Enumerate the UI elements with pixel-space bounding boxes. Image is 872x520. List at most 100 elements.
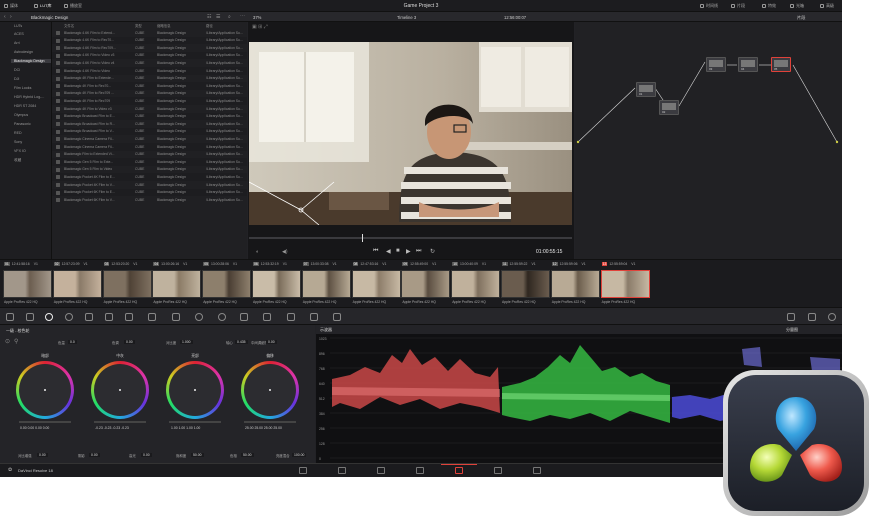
play-icon[interactable]: ▶: [406, 248, 411, 255]
sidebar-item-blackmagic[interactable]: Blackmagic Design: [11, 59, 51, 63]
tracker-icon[interactable]: [218, 313, 226, 321]
loop-icon[interactable]: ↻: [430, 248, 435, 255]
back-icon[interactable]: ‹: [4, 14, 6, 20]
node-editor[interactable]: 01 02 03 04 05: [575, 22, 842, 259]
gain-wheel[interactable]: [166, 361, 224, 419]
lut-row[interactable]: Blackmagic Pocket 4K Film to E... CUBE Bla…: [52, 173, 247, 181]
clip-mode-select[interactable]: 片段: [797, 15, 805, 21]
clip-thumbnail[interactable]: 12 12:55:59:06 V1 Apple ProRes 422 HQ: [550, 262, 600, 306]
clip-thumbnail[interactable]: 06 12:53:32:19 V1 Apple ProRes 422 HQ: [252, 262, 301, 306]
video-frame[interactable]: [249, 42, 572, 225]
lut-row[interactable]: Blackmagic Broadcast Film to R... CUBE Bla…: [52, 120, 247, 128]
contrast-input[interactable]: 1.000: [180, 340, 193, 344]
shadows-input[interactable]: 0.00: [89, 453, 100, 457]
clip-thumbnail[interactable]: 11 12:55:59:22 V1 Apple ProRes 422 HQ: [501, 262, 550, 306]
lut-row[interactable]: Blackmagic Gen 5 Film to Video CUBE Blackm…: [52, 166, 247, 174]
lut-library-tab[interactable]: LUT库: [34, 3, 52, 9]
lut-row[interactable]: Blackmagic 4.6K Film to Video v4 CUBE Blac…: [52, 59, 247, 67]
sidebar-item-vfxio[interactable]: VFX IO: [14, 149, 26, 153]
color-warper-icon[interactable]: [148, 313, 156, 321]
lut-row[interactable]: Blackmagic Broadcast Film to E... CUBE Bla…: [52, 112, 247, 121]
sidebar-item-red[interactable]: RED: [14, 131, 22, 135]
media-page-icon[interactable]: [299, 467, 307, 474]
clip-thumbnail[interactable]: 09 12:55:49:00 V1 Apple ProRes 422 HQ: [401, 262, 451, 306]
sidebar-item-aces[interactable]: ACES: [14, 32, 24, 36]
col-header-info[interactable]: 缩略信息: [157, 23, 171, 28]
timeline-select[interactable]: Timeline 3: [397, 15, 416, 20]
lut-row[interactable]: Blackmagic 4K Film to Extende... CUBE Blac…: [52, 75, 247, 83]
sidebar-item-olympus[interactable]: Olympus: [14, 113, 28, 117]
playhead[interactable]: [362, 234, 363, 242]
go-to-end-icon[interactable]: ⏭: [416, 248, 421, 255]
lut-row[interactable]: Blackmagic Cinema Camera Fil... CUBE Black…: [52, 143, 247, 151]
timeline-tab[interactable]: 时间线: [700, 3, 718, 9]
lut-row[interactable]: Blackmagic 4.6K Film to Video CUBE Blackma…: [52, 67, 247, 75]
node-03[interactable]: 03: [706, 57, 726, 72]
curves-icon[interactable]: [125, 313, 133, 321]
lut-row[interactable]: Blackmagic Pocket 6K Film to E... CUBE Bla…: [52, 188, 247, 197]
audio-icon[interactable]: ◀): [282, 249, 288, 255]
col-header-type[interactable]: 类型: [135, 23, 142, 28]
camera-raw-icon[interactable]: [6, 313, 14, 321]
lut-row[interactable]: Blackmagic 4.6K Film to Rec709... CUBE Bla…: [52, 44, 247, 52]
grid-view-icon[interactable]: ☰: [216, 14, 220, 20]
lut-row[interactable]: Blackmagic 4.6K Film to Rec70... CUBE Blac…: [52, 36, 247, 45]
highlights-input[interactable]: 0.00: [141, 453, 152, 457]
sidebar-item-dci[interactable]: DCI: [14, 68, 20, 72]
key-icon[interactable]: [287, 313, 295, 321]
lightbox-tab[interactable]: 光箱: [790, 3, 804, 9]
clip-thumbnail[interactable]: 10 13:00:40:09 V1 Apple ProRes 422 HQ: [451, 262, 501, 306]
lift-master-slider[interactable]: [19, 421, 71, 423]
reset-icon[interactable]: ⊙: [5, 338, 10, 345]
contrast-boost-input[interactable]: 0.00: [37, 453, 48, 457]
clip-thumbnail[interactable]: 08 12:47:53:16 V1 Apple ProRes 422 HQ: [351, 262, 401, 306]
qualifier-icon[interactable]: [172, 313, 180, 321]
clip-thumbnail[interactable]: 04 13:00:26:16 V1 Apple ProRes 422 HQ: [152, 262, 202, 306]
stop-icon[interactable]: ■: [396, 248, 400, 254]
lut-row[interactable]: Blackmagic Film to Extended Vi... CUBE Bla…: [52, 151, 247, 159]
viewer-mode-icon[interactable]: ◐: [256, 249, 259, 255]
lut-row[interactable]: Blackmagic Pocket 6K Film to V... CUBE Bla…: [52, 196, 247, 204]
node-04[interactable]: 04: [738, 57, 758, 72]
window-icon[interactable]: [195, 313, 203, 321]
pivot-input[interactable]: 0.435: [235, 340, 248, 344]
node-05[interactable]: 05: [771, 57, 791, 72]
gallery-tab[interactable]: 播放室: [64, 3, 82, 9]
sidebar-item-film-looks[interactable]: Film Looks: [14, 86, 31, 90]
magic-mask-icon[interactable]: [240, 313, 248, 321]
clip-thumbnail[interactable]: 07 13:00:33:08 V1 Apple ProRes 422 HQ: [301, 262, 351, 306]
advanced-tab[interactable]: 高级: [820, 3, 834, 9]
sidebar-item-hdr-st2084[interactable]: HDR ST 2084: [14, 104, 36, 108]
sidebar-item-hdr-hlg[interactable]: HDR Hybrid Log-...: [14, 95, 44, 99]
luts-root[interactable]: LUTs: [14, 24, 22, 28]
node-02[interactable]: 02: [659, 100, 679, 115]
lut-row[interactable]: Blackmagic 4K Film to Rec709 CUBE Blackmag…: [52, 97, 247, 105]
lut-row[interactable]: Blackmagic Gen 5 Film to Exte... CUBE Blac…: [52, 158, 247, 166]
reverse-play-icon[interactable]: ◀: [386, 248, 391, 255]
col-header-filename[interactable]: 文件名: [64, 23, 74, 28]
saturation-input[interactable]: 50.00: [191, 453, 204, 457]
lut-row[interactable]: Blackmagic Broadcast Film to V... CUBE Bla…: [52, 127, 247, 136]
list-view-icon[interactable]: ☷: [207, 14, 211, 20]
clip-thumbnail[interactable]: 02 12:57:23:09 V1 Apple ProRes 422 HQ: [52, 262, 102, 306]
scope-mode-select[interactable]: 分量图: [786, 327, 798, 333]
gamma-master-slider[interactable]: [94, 421, 146, 423]
blur-icon[interactable]: [263, 313, 271, 321]
nodes-tab[interactable]: 特效: [762, 3, 776, 9]
sidebar-item-panasonic[interactable]: Panasonic: [14, 122, 31, 126]
hue-input[interactable]: 50.00: [241, 453, 254, 457]
zoom-select[interactable]: 37%: [253, 15, 261, 20]
fusion-page-icon[interactable]: [416, 467, 424, 474]
rgb-mixer-icon[interactable]: [85, 313, 93, 321]
clips-tab[interactable]: 片段: [731, 3, 745, 9]
gamma-wheel[interactable]: [91, 361, 149, 419]
sidebar-item-favorites[interactable]: 收藏: [14, 158, 21, 163]
more-icon[interactable]: ⋯: [240, 13, 245, 19]
tint-input[interactable]: 0.00: [124, 340, 135, 344]
lut-row[interactable]: Blackmagic 4.6K Film to Extend... CUBE Bla…: [52, 29, 247, 37]
color-match-icon[interactable]: [26, 313, 34, 321]
lift-wheel[interactable]: [16, 361, 74, 419]
node-01[interactable]: 01: [636, 82, 656, 97]
sidebar-item-dji[interactable]: DJI: [14, 77, 19, 81]
sizing-icon[interactable]: [310, 313, 318, 321]
